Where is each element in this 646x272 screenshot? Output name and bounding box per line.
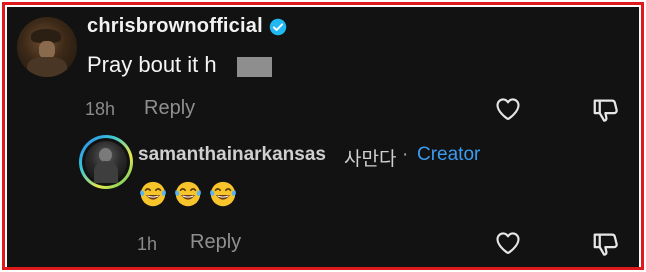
heart-icon[interactable]: [493, 229, 523, 257]
verified-badge-icon: [269, 18, 287, 36]
reply-username-extra: 사만다: [344, 149, 397, 170]
reply-button[interactable]: Reply: [144, 97, 195, 120]
avatar-samanthainarkansas[interactable]: [79, 135, 133, 189]
redaction-block: [237, 57, 272, 77]
thumbs-down-icon[interactable]: [591, 229, 621, 259]
comment-timestamp: 18h: [85, 99, 116, 119]
avatar-chrisbrownofficial[interactable]: [17, 17, 77, 77]
laughing-tears-emoji: [140, 181, 166, 207]
comment-username[interactable]: chrisbrownofficial: [87, 15, 263, 38]
thumbs-down-icon[interactable]: [591, 95, 621, 125]
laughing-tears-emoji: [210, 181, 236, 207]
reply-timestamp: 1h: [137, 234, 158, 254]
comment-thread: chrisbrownofficial Pray bout it h 18h Re…: [7, 7, 639, 267]
reply-button[interactable]: Reply: [190, 231, 241, 254]
laughing-tears-emoji: [175, 181, 201, 207]
creator-badge: Creator: [417, 144, 481, 165]
reply-username[interactable]: samanthainarkansas: [138, 144, 326, 166]
separator-dot: ·: [402, 144, 409, 165]
heart-icon[interactable]: [493, 95, 523, 123]
comment-text: Pray bout it h: [87, 52, 217, 77]
